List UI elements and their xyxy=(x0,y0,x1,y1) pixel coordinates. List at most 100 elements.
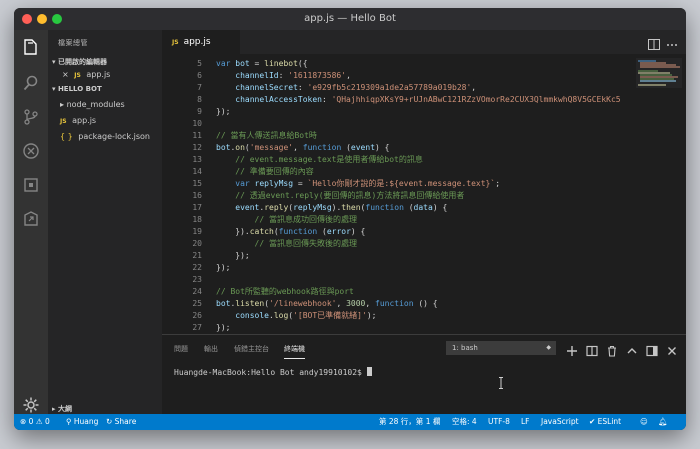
code-token: = xyxy=(293,179,308,188)
maximize-window-button[interactable] xyxy=(52,14,62,24)
cursor-position[interactable]: 第 28 行，第 1 欄 xyxy=(379,414,440,430)
code-line[interactable]: 8 channelAccessToken: 'QHajhhiqpXKsY9+rU… xyxy=(162,94,632,106)
close-icon[interactable]: × xyxy=(62,70,69,79)
code-token: bot xyxy=(216,299,231,308)
code-line[interactable]: 18 // 當訊息成功回傳後的處理 xyxy=(162,214,632,226)
tab-output[interactable]: 輸出 xyxy=(204,344,218,354)
eslint-status[interactable]: ✔ ESLint xyxy=(589,414,621,430)
outline-header[interactable]: ▸ 大綱 xyxy=(52,404,72,414)
tab-debug-console[interactable]: 偵錯主控台 xyxy=(234,344,269,354)
language-mode[interactable]: JavaScript xyxy=(541,414,579,430)
code-line[interactable]: 16 // 透過event.reply(要回傳的訊息)方法將訊息回傳給使用者 xyxy=(162,190,632,202)
split-editor-icon[interactable] xyxy=(648,39,660,50)
code-line[interactable]: 11 // 當有人傳送訊息給Bot時 xyxy=(162,130,632,142)
code-line[interactable]: 26 console.log('[BOT已準備就緒]'); xyxy=(162,310,632,322)
gear-icon[interactable] xyxy=(22,396,40,414)
code-line[interactable]: 22}); xyxy=(162,262,632,274)
tab-terminal[interactable]: 終端機 xyxy=(284,344,305,359)
code-line[interactable]: 27}); xyxy=(162,322,632,334)
code-line[interactable]: 6 channelId: '1611873586', xyxy=(162,70,632,82)
code-line[interactable]: 21 }); xyxy=(162,250,632,262)
sidebar-item-app-js[interactable]: JS app.js xyxy=(60,116,96,125)
remote-explorer-icon[interactable] xyxy=(22,210,40,228)
project-header[interactable]: ▾ HELLO BOT xyxy=(52,85,102,93)
code-line[interactable]: 25 bot.listen('/linewebhook', 3000, funct… xyxy=(162,298,632,310)
code-line[interactable]: 24 // Bot所監聽的webhook路徑與port xyxy=(162,286,632,298)
extensions-icon[interactable] xyxy=(22,176,40,194)
line-number: 13 xyxy=(192,155,202,164)
explorer-sidebar: 檔案總管 ▾ 已開啟的編輯器 × JS app.js ▾ HELLO BOT ▸… xyxy=(48,30,162,414)
code-line[interactable]: 7 channelSecret: 'e929fb5c219309a1de2a57… xyxy=(162,82,632,94)
code-token: function xyxy=(302,143,342,152)
code-token: var xyxy=(235,179,255,188)
minimap[interactable] xyxy=(636,58,682,88)
js-file-icon: JS xyxy=(60,118,67,125)
chevron-updown-icon: ◆ xyxy=(546,344,551,351)
sidebar-item-package-lock[interactable]: { } package-lock.json xyxy=(60,132,150,141)
code-token: channelId xyxy=(235,71,279,80)
minimize-window-button[interactable] xyxy=(37,14,47,24)
tab-app-js[interactable]: JS app.js xyxy=(162,30,240,54)
code-line[interactable]: 9}); xyxy=(162,106,632,118)
code-token: 'QHajhhiqpXKsY9+rUJnABwC121RZzVOmorRe2CU… xyxy=(331,95,621,104)
chevron-up-icon[interactable] xyxy=(626,342,638,354)
feedback-smiley-icon[interactable]: ☺ xyxy=(640,414,648,430)
bell-icon[interactable]: 🔔︎ xyxy=(658,414,668,430)
line-number: 6 xyxy=(197,71,202,80)
eol-status[interactable]: LF xyxy=(521,414,530,430)
line-number: 27 xyxy=(192,323,202,332)
code-token: : xyxy=(297,83,308,92)
source-control-icon[interactable] xyxy=(22,108,40,126)
code-token: '/linewebhook' xyxy=(269,299,337,308)
code-line[interactable]: 13 // event.message.text是使用者傳給bot的訊息 xyxy=(162,154,632,166)
new-terminal-icon[interactable] xyxy=(566,342,578,356)
indentation-status[interactable]: 空格: 4 xyxy=(452,414,477,430)
code-line[interactable]: 20 // 當訊息回傳失敗後的處理 xyxy=(162,238,632,250)
live-share-user[interactable]: ⚲ Huang xyxy=(66,414,98,430)
code-token: on xyxy=(235,143,245,152)
code-line[interactable]: 19 }).catch(function (error) { xyxy=(162,226,632,238)
code-line[interactable]: 14 // 準備要回傳的內容 xyxy=(162,166,632,178)
code-line[interactable]: 15 var replyMsg = `Hello你剛才說的是:${event.m… xyxy=(162,178,632,190)
open-editors-header[interactable]: ▾ 已開啟的編輯器 xyxy=(52,57,107,67)
trash-icon[interactable] xyxy=(606,342,618,357)
search-icon[interactable] xyxy=(22,74,40,92)
terminal-output[interactable]: Huangde-MacBook:Hello Bot andy19910102$ xyxy=(174,367,372,377)
code-token: , xyxy=(336,299,347,308)
code-token: then xyxy=(341,203,361,212)
status-bar: ⊗ 0 ⚠ 0 ⚲ Huang ↻ Share 第 28 行，第 1 欄 空格:… xyxy=(14,414,686,430)
problems-status[interactable]: ⊗ 0 ⚠ 0 xyxy=(20,414,50,430)
code-token: () { xyxy=(413,299,438,308)
js-file-icon: JS xyxy=(172,39,179,46)
close-window-button[interactable] xyxy=(22,14,32,24)
toggle-panel-icon[interactable] xyxy=(646,342,658,357)
js-file-icon: JS xyxy=(74,72,81,79)
code-line[interactable]: 23 xyxy=(162,274,632,286)
sidebar-item-node-modules[interactable]: ▸ node_modules xyxy=(60,100,125,109)
code-token: 'message' xyxy=(249,143,294,152)
encoding-status[interactable]: UTF-8 xyxy=(488,414,510,430)
code-line[interactable]: 5 var bot = linebot({ xyxy=(162,58,632,70)
code-line[interactable]: 17 event.reply(replyMsg).then(function (… xyxy=(162,202,632,214)
code-token: error xyxy=(326,227,351,236)
code-line[interactable]: 12 bot.on('message', function (event) { xyxy=(162,142,632,154)
line-number: 15 xyxy=(192,179,202,188)
code-editor[interactable]: 5 var bot = linebot({6 channelId: '161187… xyxy=(162,54,632,334)
debug-icon[interactable] xyxy=(22,142,40,160)
code-token: 3000 xyxy=(346,299,366,308)
more-actions-icon[interactable] xyxy=(667,44,677,46)
code-token: event xyxy=(235,203,260,212)
warning-icon: ⚠ xyxy=(35,417,45,426)
files-icon[interactable] xyxy=(22,38,40,56)
open-editor-item[interactable]: × JS app.js xyxy=(62,70,110,79)
terminal-select[interactable]: 1: bash ◆ xyxy=(446,341,556,355)
split-terminal-icon[interactable] xyxy=(586,342,598,357)
code-token: // 當訊息回傳失敗後的處理 xyxy=(254,239,357,248)
code-line[interactable]: 10 xyxy=(162,118,632,130)
tab-problems[interactable]: 問題 xyxy=(174,344,188,354)
editor-area: JS app.js 5 var bot = linebot({6 channelId… xyxy=(162,30,686,334)
close-panel-icon[interactable] xyxy=(666,342,678,355)
share-button[interactable]: ↻ Share xyxy=(106,414,136,430)
